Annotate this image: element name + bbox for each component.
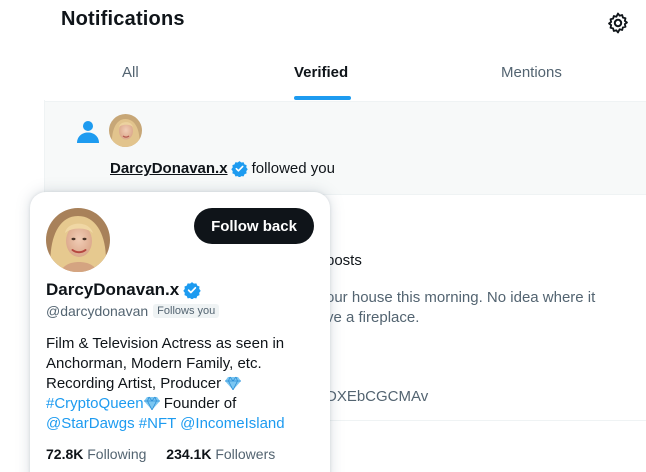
profile-name[interactable]: DarcyDonavan.x [46, 280, 201, 300]
profile-hover-card: Follow back DarcyDonavan.x @darcydonavan… [30, 192, 330, 472]
bio-text: Founder of [159, 395, 237, 412]
bio-line: @StarDawgs #NFT @IncomeIsland [46, 414, 321, 434]
followers-count: 234.1K [166, 446, 212, 462]
mention-link[interactable]: @IncomeIsland [180, 415, 284, 432]
bio-text: Recording Artist, Producer [46, 375, 222, 392]
followers-stat[interactable]: 234.1K Followers [166, 446, 275, 462]
bio-line: Recording Artist, Producer [46, 374, 321, 394]
tab-mentions[interactable]: Mentions [501, 64, 562, 81]
gem-icon [143, 396, 160, 410]
post-preview: our house this morning. No idea where it… [326, 288, 595, 328]
handle-text[interactable]: @darcydonavan [46, 303, 148, 319]
follows-you-badge: Follows you [153, 304, 220, 318]
avatar[interactable] [109, 114, 142, 147]
mention-link[interactable]: @StarDawgs [46, 415, 135, 432]
follow-notification[interactable]: DarcyDonavan.x followed you [45, 101, 646, 195]
display-name[interactable]: DarcyDonavan.x [46, 280, 179, 300]
avatar[interactable] [46, 208, 110, 272]
person-icon [77, 121, 99, 143]
hashtag-link[interactable]: #NFT [139, 415, 176, 432]
profile-bio: Film & Television Actress as seen in Anc… [46, 334, 321, 434]
following-stat[interactable]: 72.8K Following [46, 446, 146, 462]
post-link[interactable]: DXEbCGCMAv [326, 388, 428, 405]
gear-icon[interactable] [606, 11, 630, 35]
posts-text: posts [326, 252, 362, 269]
avatar-image [109, 114, 142, 147]
post-preview-line: our house this morning. No idea where it [326, 289, 596, 306]
hashtag-link[interactable]: #CryptoQueen [46, 395, 144, 412]
page-title: Notifications [61, 8, 185, 30]
profile-handle: @darcydonavan Follows you [46, 303, 220, 319]
follow-action-text: followed you [251, 160, 335, 177]
bio-line: Film & Television Actress as seen in [46, 335, 285, 352]
follow-back-button[interactable]: Follow back [194, 208, 314, 244]
profile-stats: 72.8K Following 234.1K Followers [46, 446, 275, 462]
following-label: Following [87, 446, 147, 462]
tab-all[interactable]: All [122, 64, 139, 81]
post-preview-line: ve a fireplace. [326, 309, 420, 326]
verified-badge-icon [230, 161, 248, 177]
avatar-image [46, 208, 110, 272]
follow-notification-text: DarcyDonavan.x followed you [110, 160, 335, 177]
followers-label: Followers [215, 446, 276, 462]
verified-badge-icon [183, 282, 201, 299]
bio-line: Anchorman, Modern Family, etc. [46, 355, 262, 372]
username-link[interactable]: DarcyDonavan.x [110, 160, 228, 177]
header: Notifications All Verified Mentions [0, 0, 646, 100]
following-count: 72.8K [46, 446, 84, 462]
tab-verified[interactable]: Verified [294, 64, 348, 81]
gem-icon [225, 376, 242, 390]
bio-line: #CryptoQueen Founder of [46, 394, 321, 414]
